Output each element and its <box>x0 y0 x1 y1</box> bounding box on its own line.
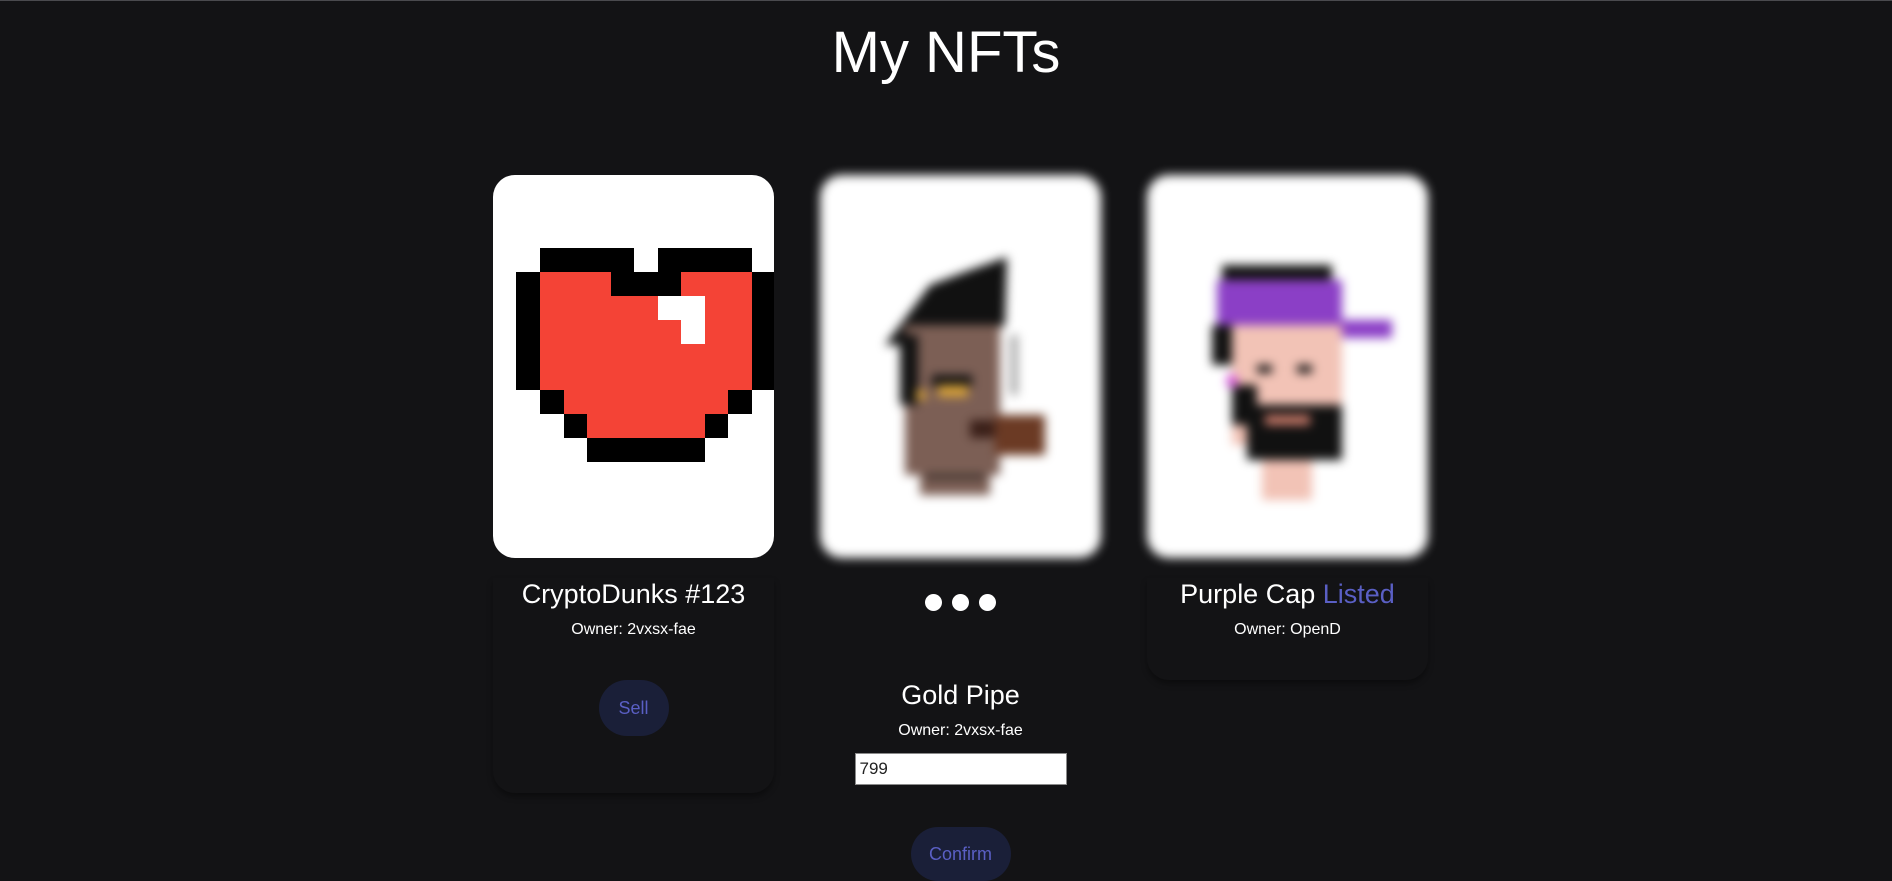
nft-card-body: CryptoDunks #123 Owner: 2vxsx-fae Sell <box>493 578 774 793</box>
nft-card-gold-pipe[interactable]: Gold Pipe Owner: 2vxsx-fae Confirm <box>820 175 1101 881</box>
loading-dot <box>952 594 969 611</box>
top-border <box>0 0 1892 1</box>
page-title: My NFTs <box>831 20 1061 85</box>
nft-card-cryptodunks[interactable]: CryptoDunks #123 Owner: 2vxsx-fae Sell <box>493 175 774 793</box>
nft-image[interactable] <box>1147 175 1428 558</box>
listed-badge: Listed <box>1322 579 1395 609</box>
nft-image[interactable] <box>820 175 1101 558</box>
loading-indicator <box>820 594 1101 611</box>
nft-name: Gold Pipe <box>901 680 1020 710</box>
pixel-heart-icon <box>516 248 774 462</box>
nft-name: Purple Cap <box>1180 579 1316 609</box>
nft-owner: Owner: 2vxsx-fae <box>898 722 1023 739</box>
pipe-punk-icon <box>885 257 1045 495</box>
nft-card-body: Purple Cap Listed Owner: OpenD <box>1147 578 1428 680</box>
sell-button[interactable]: Sell <box>598 680 669 736</box>
nft-image[interactable] <box>493 175 774 558</box>
confirm-button[interactable]: Confirm <box>910 827 1011 881</box>
nft-name-row: Purple Cap Listed <box>1147 578 1428 610</box>
price-input[interactable] <box>854 753 1067 785</box>
nft-owner: Owner: OpenD <box>1234 621 1341 638</box>
nft-card-purple-cap[interactable]: Purple Cap Listed Owner: OpenD <box>1147 175 1428 680</box>
nft-name: CryptoDunks #123 <box>521 579 746 609</box>
loading-dot <box>925 594 942 611</box>
nft-owner: Owner: 2vxsx-fae <box>571 621 696 638</box>
purple-cap-punk-icon <box>1212 265 1392 500</box>
loading-dot <box>979 594 996 611</box>
